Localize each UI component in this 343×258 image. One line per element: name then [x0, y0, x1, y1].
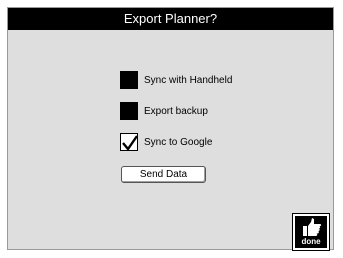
- checkmark-icon: [122, 135, 138, 151]
- export-planner-dialog: Export Planner? Sync with Handheld Expor…: [7, 7, 334, 251]
- done-label: done: [301, 237, 321, 246]
- export-backup-checkbox[interactable]: [120, 102, 138, 120]
- sync-handheld-option[interactable]: Sync with Handheld: [120, 70, 232, 90]
- sync-handheld-checkbox[interactable]: [120, 71, 138, 89]
- export-backup-label: Export backup: [144, 105, 208, 117]
- sync-google-option[interactable]: Sync to Google: [120, 132, 212, 152]
- sync-handheld-label: Sync with Handheld: [144, 74, 233, 86]
- send-data-button[interactable]: Send Data: [121, 166, 206, 183]
- thumbs-up-icon: [303, 218, 322, 236]
- sync-google-checkbox[interactable]: [120, 133, 138, 151]
- export-backup-option[interactable]: Export backup: [120, 101, 208, 121]
- done-button[interactable]: done: [292, 213, 330, 251]
- sync-google-label: Sync to Google: [144, 136, 213, 148]
- dialog-title: Export Planner?: [8, 8, 333, 30]
